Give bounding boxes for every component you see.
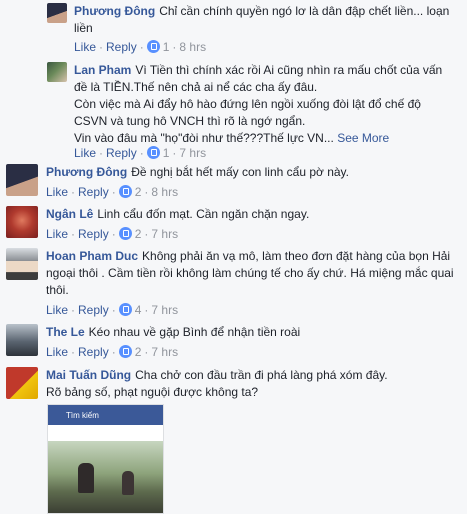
timestamp[interactable]: 7 hrs bbox=[151, 345, 178, 359]
like-reaction-icon[interactable] bbox=[118, 185, 132, 198]
comment-photo-attachment[interactable]: Tìm kiếm bbox=[47, 404, 164, 514]
timestamp[interactable]: 7 hrs bbox=[151, 303, 178, 317]
comment-text: The Le Kéo nhau về gặp Bình để nhận tiền … bbox=[46, 325, 301, 339]
comment-text: Ngân Lê Linh cẩu đốn mạt. Cần ngăn chặn n… bbox=[46, 207, 310, 221]
reply-link[interactable]: Reply bbox=[106, 40, 137, 54]
like-link[interactable]: Like bbox=[46, 185, 68, 199]
attachment-search-label: Tìm kiếm bbox=[66, 411, 99, 420]
like-reaction-icon[interactable] bbox=[146, 40, 160, 53]
comments-panel: Phương Đông Chỉ cần chính quyền ngó lơ là… bbox=[0, 0, 467, 514]
like-link[interactable]: Like bbox=[74, 146, 96, 160]
see-more-link[interactable]: See More bbox=[337, 131, 389, 145]
comment-actions: Like · Reply · 2 · 7 hrs bbox=[46, 345, 179, 359]
comment-author[interactable]: Hoan Pham Duc bbox=[46, 249, 138, 263]
comment-author[interactable]: Mai Tuấn Dũng bbox=[46, 368, 131, 382]
like-reaction-icon[interactable] bbox=[146, 146, 160, 159]
avatar[interactable] bbox=[6, 324, 38, 356]
comment-author[interactable]: Phương Đông bbox=[74, 4, 155, 18]
comment-text: Mai Tuấn Dũng Cha chở con đầu trần đi phá… bbox=[46, 368, 388, 382]
like-link[interactable]: Like bbox=[46, 227, 68, 241]
avatar[interactable] bbox=[6, 367, 38, 399]
avatar[interactable] bbox=[6, 248, 38, 280]
like-reaction-icon[interactable] bbox=[118, 303, 132, 316]
like-reaction-icon[interactable] bbox=[118, 227, 132, 240]
comment-text-line: Vin vào đâu mà "họ"đòi như thế???Thế lực… bbox=[74, 131, 390, 145]
timestamp[interactable]: 7 hrs bbox=[179, 146, 206, 160]
attachment-tab-bar bbox=[48, 425, 163, 457]
comment-text: Phương Đông Chỉ cần chính quyền ngó lơ là… bbox=[74, 4, 450, 35]
comment-text-line: Rõ bảng số, phạt nguội được không ta? bbox=[46, 385, 259, 399]
comment-text: Hoan Pham Duc Không phải ăn vạ mô, làm th… bbox=[46, 249, 454, 297]
like-link[interactable]: Like bbox=[46, 303, 68, 317]
attachment-person-figure bbox=[122, 471, 134, 495]
comment-actions: Like · Reply · 1 · 8 hrs bbox=[74, 40, 207, 54]
comment-text: Phương Đông Đề nghị bắt hết mấy con linh … bbox=[46, 165, 349, 179]
timestamp[interactable]: 8 hrs bbox=[151, 185, 178, 199]
timestamp[interactable]: 7 hrs bbox=[151, 227, 178, 241]
attachment-person-figure bbox=[78, 463, 94, 493]
comment-author[interactable]: The Le bbox=[46, 325, 85, 339]
comment-text-line: Còn việc mà Ai đẩy hô hào đứng lên ngồi … bbox=[74, 97, 421, 128]
avatar[interactable] bbox=[6, 206, 38, 238]
avatar[interactable] bbox=[47, 62, 67, 82]
comment-author[interactable]: Phương Đông bbox=[46, 165, 127, 179]
attachment-photo bbox=[48, 441, 163, 513]
reply-link[interactable]: Reply bbox=[78, 227, 109, 241]
comment-actions: Like · Reply · 1 · 7 hrs bbox=[74, 146, 207, 160]
attachment-app-bar: Tìm kiếm bbox=[48, 405, 163, 425]
comment-text: Lan Pham Vì Tiền thì chính xác rồi Ai cũn… bbox=[74, 63, 443, 94]
comment-actions: Like · Reply · 2 · 8 hrs bbox=[46, 185, 179, 199]
avatar[interactable] bbox=[47, 3, 67, 23]
comment-actions: Like · Reply · 4 · 7 hrs bbox=[46, 303, 179, 317]
avatar[interactable] bbox=[6, 164, 38, 196]
like-link[interactable]: Like bbox=[74, 40, 96, 54]
comment-author[interactable]: Lan Pham bbox=[74, 63, 131, 77]
reply-link[interactable]: Reply bbox=[78, 345, 109, 359]
comment-author[interactable]: Ngân Lê bbox=[46, 207, 93, 221]
reply-link[interactable]: Reply bbox=[78, 303, 109, 317]
timestamp[interactable]: 8 hrs bbox=[179, 40, 206, 54]
comment-actions: Like · Reply · 2 · 7 hrs bbox=[46, 227, 179, 241]
reply-link[interactable]: Reply bbox=[78, 185, 109, 199]
like-link[interactable]: Like bbox=[46, 345, 68, 359]
reply-link[interactable]: Reply bbox=[106, 146, 137, 160]
like-reaction-icon[interactable] bbox=[118, 345, 132, 358]
